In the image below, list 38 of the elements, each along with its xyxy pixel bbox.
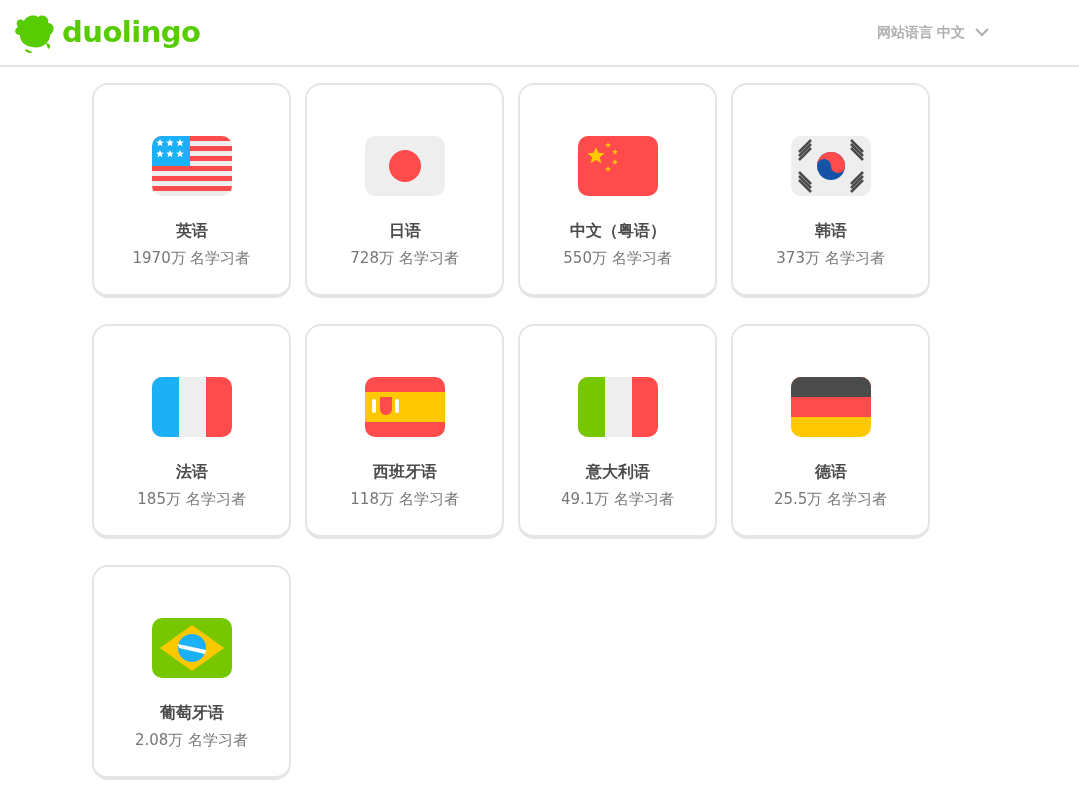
course-card[interactable]: 意大利语 49.1万 名学习者	[518, 324, 717, 539]
course-name: 葡萄牙语	[159, 702, 224, 724]
learner-count: 185万 名学习者	[137, 489, 246, 510]
course-name: 意大利语	[585, 461, 650, 483]
site-language-label: 网站语言	[877, 23, 933, 42]
course-name: 西班牙语	[372, 461, 437, 483]
flag-icon	[790, 136, 871, 196]
learner-count: 1970万 名学习者	[132, 248, 251, 269]
learner-count: 728万 名学习者	[350, 248, 459, 269]
course-card[interactable]: 日语 728万 名学习者	[305, 83, 504, 298]
course-card[interactable]: 葡萄牙语 2.08万 名学习者	[92, 565, 291, 780]
learner-count: 2.08万 名学习者	[134, 730, 249, 751]
course-name: 法语	[175, 461, 208, 483]
learner-count: 49.1万 名学习者	[560, 489, 675, 510]
course-card[interactable]: 德语 25.5万 名学习者	[731, 324, 930, 539]
flag-icon	[151, 136, 232, 196]
flag-icon	[577, 136, 658, 196]
flag-icon	[364, 377, 445, 437]
learner-count: 550万 名学习者	[563, 248, 672, 269]
course-name: 韩语	[814, 220, 847, 242]
learner-count: 118万 名学习者	[350, 489, 459, 510]
flag-icon	[151, 618, 232, 678]
course-card[interactable]: 英语 1970万 名学习者	[92, 83, 291, 298]
flag-icon	[151, 377, 232, 437]
flag-icon	[790, 377, 871, 437]
course-name: 日语	[388, 220, 421, 242]
course-card[interactable]: 西班牙语 118万 名学习者	[305, 324, 504, 539]
flag-icon	[577, 377, 658, 437]
learner-count: 25.5万 名学习者	[773, 489, 888, 510]
chevron-down-icon[interactable]	[975, 28, 989, 37]
course-name: 英语	[175, 220, 208, 242]
learner-count: 373万 名学习者	[776, 248, 885, 269]
course-card[interactable]: 法语 185万 名学习者	[92, 324, 291, 539]
course-card[interactable]: 中文（粤语） 550万 名学习者	[518, 83, 717, 298]
course-name: 中文（粤语）	[569, 220, 666, 242]
flag-icon	[364, 136, 445, 196]
course-card[interactable]: 韩语 373万 名学习者	[731, 83, 930, 298]
course-name: 德语	[814, 461, 847, 483]
